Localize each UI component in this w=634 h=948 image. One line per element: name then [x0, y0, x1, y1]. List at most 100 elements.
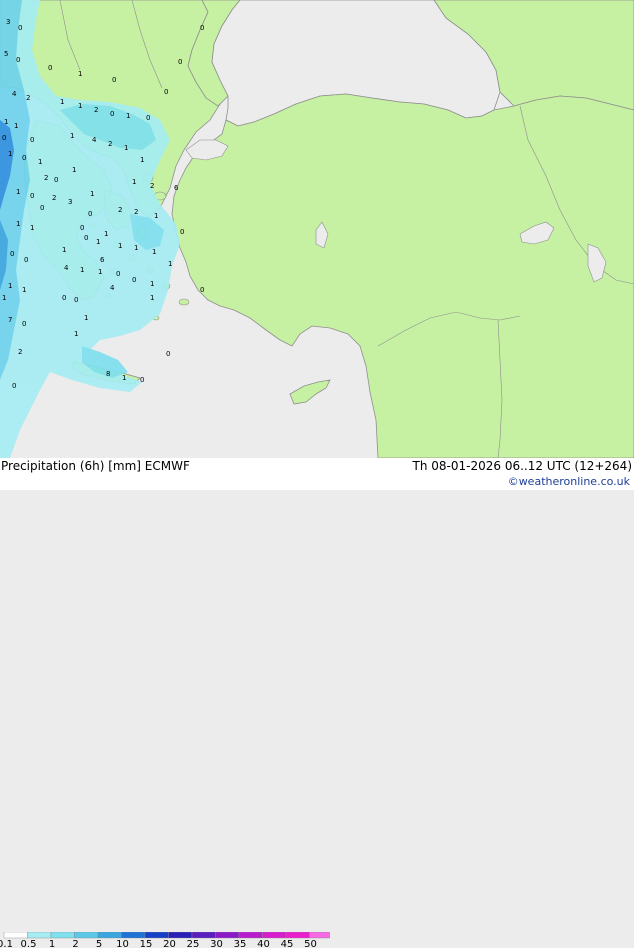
precip-value-label: 2 [150, 182, 154, 190]
legend-label: 10 [116, 939, 129, 948]
precip-value-label: 1 [70, 132, 74, 140]
precip-value-label: 2 [26, 94, 30, 102]
precip-value-label: 1 [62, 246, 66, 254]
legend-swatch [144, 932, 169, 939]
precip-value-label: 1 [168, 260, 172, 268]
legend-swatch [50, 932, 75, 939]
precip-value-label: 0 [16, 56, 20, 64]
legend-label: 1 [49, 939, 55, 948]
precip-value-label: 0 [30, 192, 34, 200]
precip-value-label: 8 [106, 370, 110, 378]
precip-value-label: 1 [98, 268, 102, 276]
precip-value-label: 1 [90, 190, 94, 198]
precipitation-map: 3050010421120100111421101111261023220111… [0, 0, 634, 459]
precip-value-label: 4 [110, 284, 115, 292]
legend-label: 15 [140, 939, 153, 948]
precip-value-label: 0 [10, 250, 14, 258]
legend-swatch [97, 932, 122, 939]
legend-label: 40 [257, 939, 270, 948]
precip-value-label: 2 [18, 348, 22, 356]
legend-label: 35 [234, 939, 247, 948]
precip-value-label: 2 [134, 208, 138, 216]
legend-label: 2 [72, 939, 78, 948]
precip-value-label: 2 [52, 194, 56, 202]
legend-swatch [238, 932, 263, 939]
legend-swatch [262, 932, 287, 939]
legend-label: 50 [304, 939, 317, 948]
precip-value-label: 0 [84, 234, 88, 242]
precip-value-label: 0 [166, 350, 170, 358]
precip-value-label: 3 [6, 18, 10, 26]
precip-value-label: 1 [78, 70, 82, 78]
precip-value-label: 1 [126, 112, 130, 120]
precip-value-label: 0 [112, 76, 116, 84]
precip-value-label: 1 [84, 314, 88, 322]
precip-value-label: 1 [154, 212, 158, 220]
precip-value-label: 1 [16, 220, 20, 228]
legend-swatch [121, 932, 146, 939]
precip-value-label: 1 [22, 286, 26, 294]
precip-value-label: 0 [62, 294, 66, 302]
precip-value-label: 4 [12, 90, 17, 98]
precip-value-label: 1 [14, 122, 18, 130]
precip-value-label: 1 [60, 98, 64, 106]
precip-value-label: 7 [8, 316, 12, 324]
legend-label: 5 [96, 939, 102, 948]
precip-value-label: 1 [4, 118, 8, 126]
precip-value-label: 1 [132, 178, 136, 186]
precip-value-label: 0 [164, 88, 168, 96]
precip-value-label: 1 [122, 374, 126, 382]
precip-value-label: 1 [78, 102, 82, 110]
legend-label: 25 [187, 939, 200, 948]
legend-swatch [285, 932, 310, 939]
valid-time: Th 08-01-2026 06..12 UTC (12+264) [412, 459, 632, 473]
precip-value-label: 1 [80, 266, 84, 274]
legend-label: 0.1 [0, 939, 13, 948]
precip-value-label: 1 [30, 224, 34, 232]
precip-value-label: 4 [92, 136, 97, 144]
legend-label: 20 [163, 939, 176, 948]
precip-value-label: 0 [48, 64, 52, 72]
precip-value-label: 2 [44, 174, 48, 182]
legend-swatch [74, 932, 99, 939]
precip-value-label: 0 [116, 270, 120, 278]
precip-value-label: 0 [146, 114, 150, 122]
legend-label: 45 [281, 939, 294, 948]
precip-value-label: 4 [64, 264, 69, 272]
precip-value-label: 1 [124, 144, 128, 152]
precip-value-label: 6 [174, 184, 179, 192]
precip-value-label: 0 [12, 382, 16, 390]
precip-value-label: 1 [118, 242, 122, 250]
precip-value-label: 2 [108, 140, 112, 148]
precip-value-label: 0 [22, 320, 26, 328]
precip-value-label: 0 [88, 210, 92, 218]
precip-value-label: 1 [2, 294, 6, 302]
precip-value-label: 5 [4, 50, 8, 58]
precip-value-label: 1 [16, 188, 20, 196]
precip-value-label: 1 [134, 244, 138, 252]
map-title: Precipitation (6h) [mm] ECMWF [1, 459, 190, 473]
legend-swatch [191, 932, 216, 939]
credit-link[interactable]: ©weatheronline.co.uk [508, 475, 630, 488]
precip-value-label: 1 [140, 156, 144, 164]
precip-value-label: 6 [100, 256, 105, 264]
precip-value-label: 1 [104, 230, 108, 238]
precip-value-label: 0 [178, 58, 182, 66]
legend-swatch [168, 932, 193, 939]
precip-value-label: 0 [200, 286, 204, 294]
precip-value-label: 3 [68, 198, 72, 206]
legend-swatch [27, 932, 52, 939]
footer-bar: Precipitation (6h) [mm] ECMWF Th 08-01-2… [0, 458, 634, 948]
precip-value-label: 0 [110, 110, 114, 118]
precip-value-label: 0 [18, 24, 22, 32]
precip-value-label: 0 [2, 134, 6, 142]
precip-value-label: 1 [72, 166, 76, 174]
legend-swatch [215, 932, 240, 939]
legend-label: 30 [210, 939, 223, 948]
precip-value-label: 0 [200, 24, 204, 32]
precip-value-label: 0 [54, 176, 58, 184]
precip-value-label: 0 [132, 276, 136, 284]
precip-value-label: 1 [74, 330, 78, 338]
legend-label: 0.5 [21, 939, 37, 948]
precip-value-label: 1 [8, 150, 12, 158]
